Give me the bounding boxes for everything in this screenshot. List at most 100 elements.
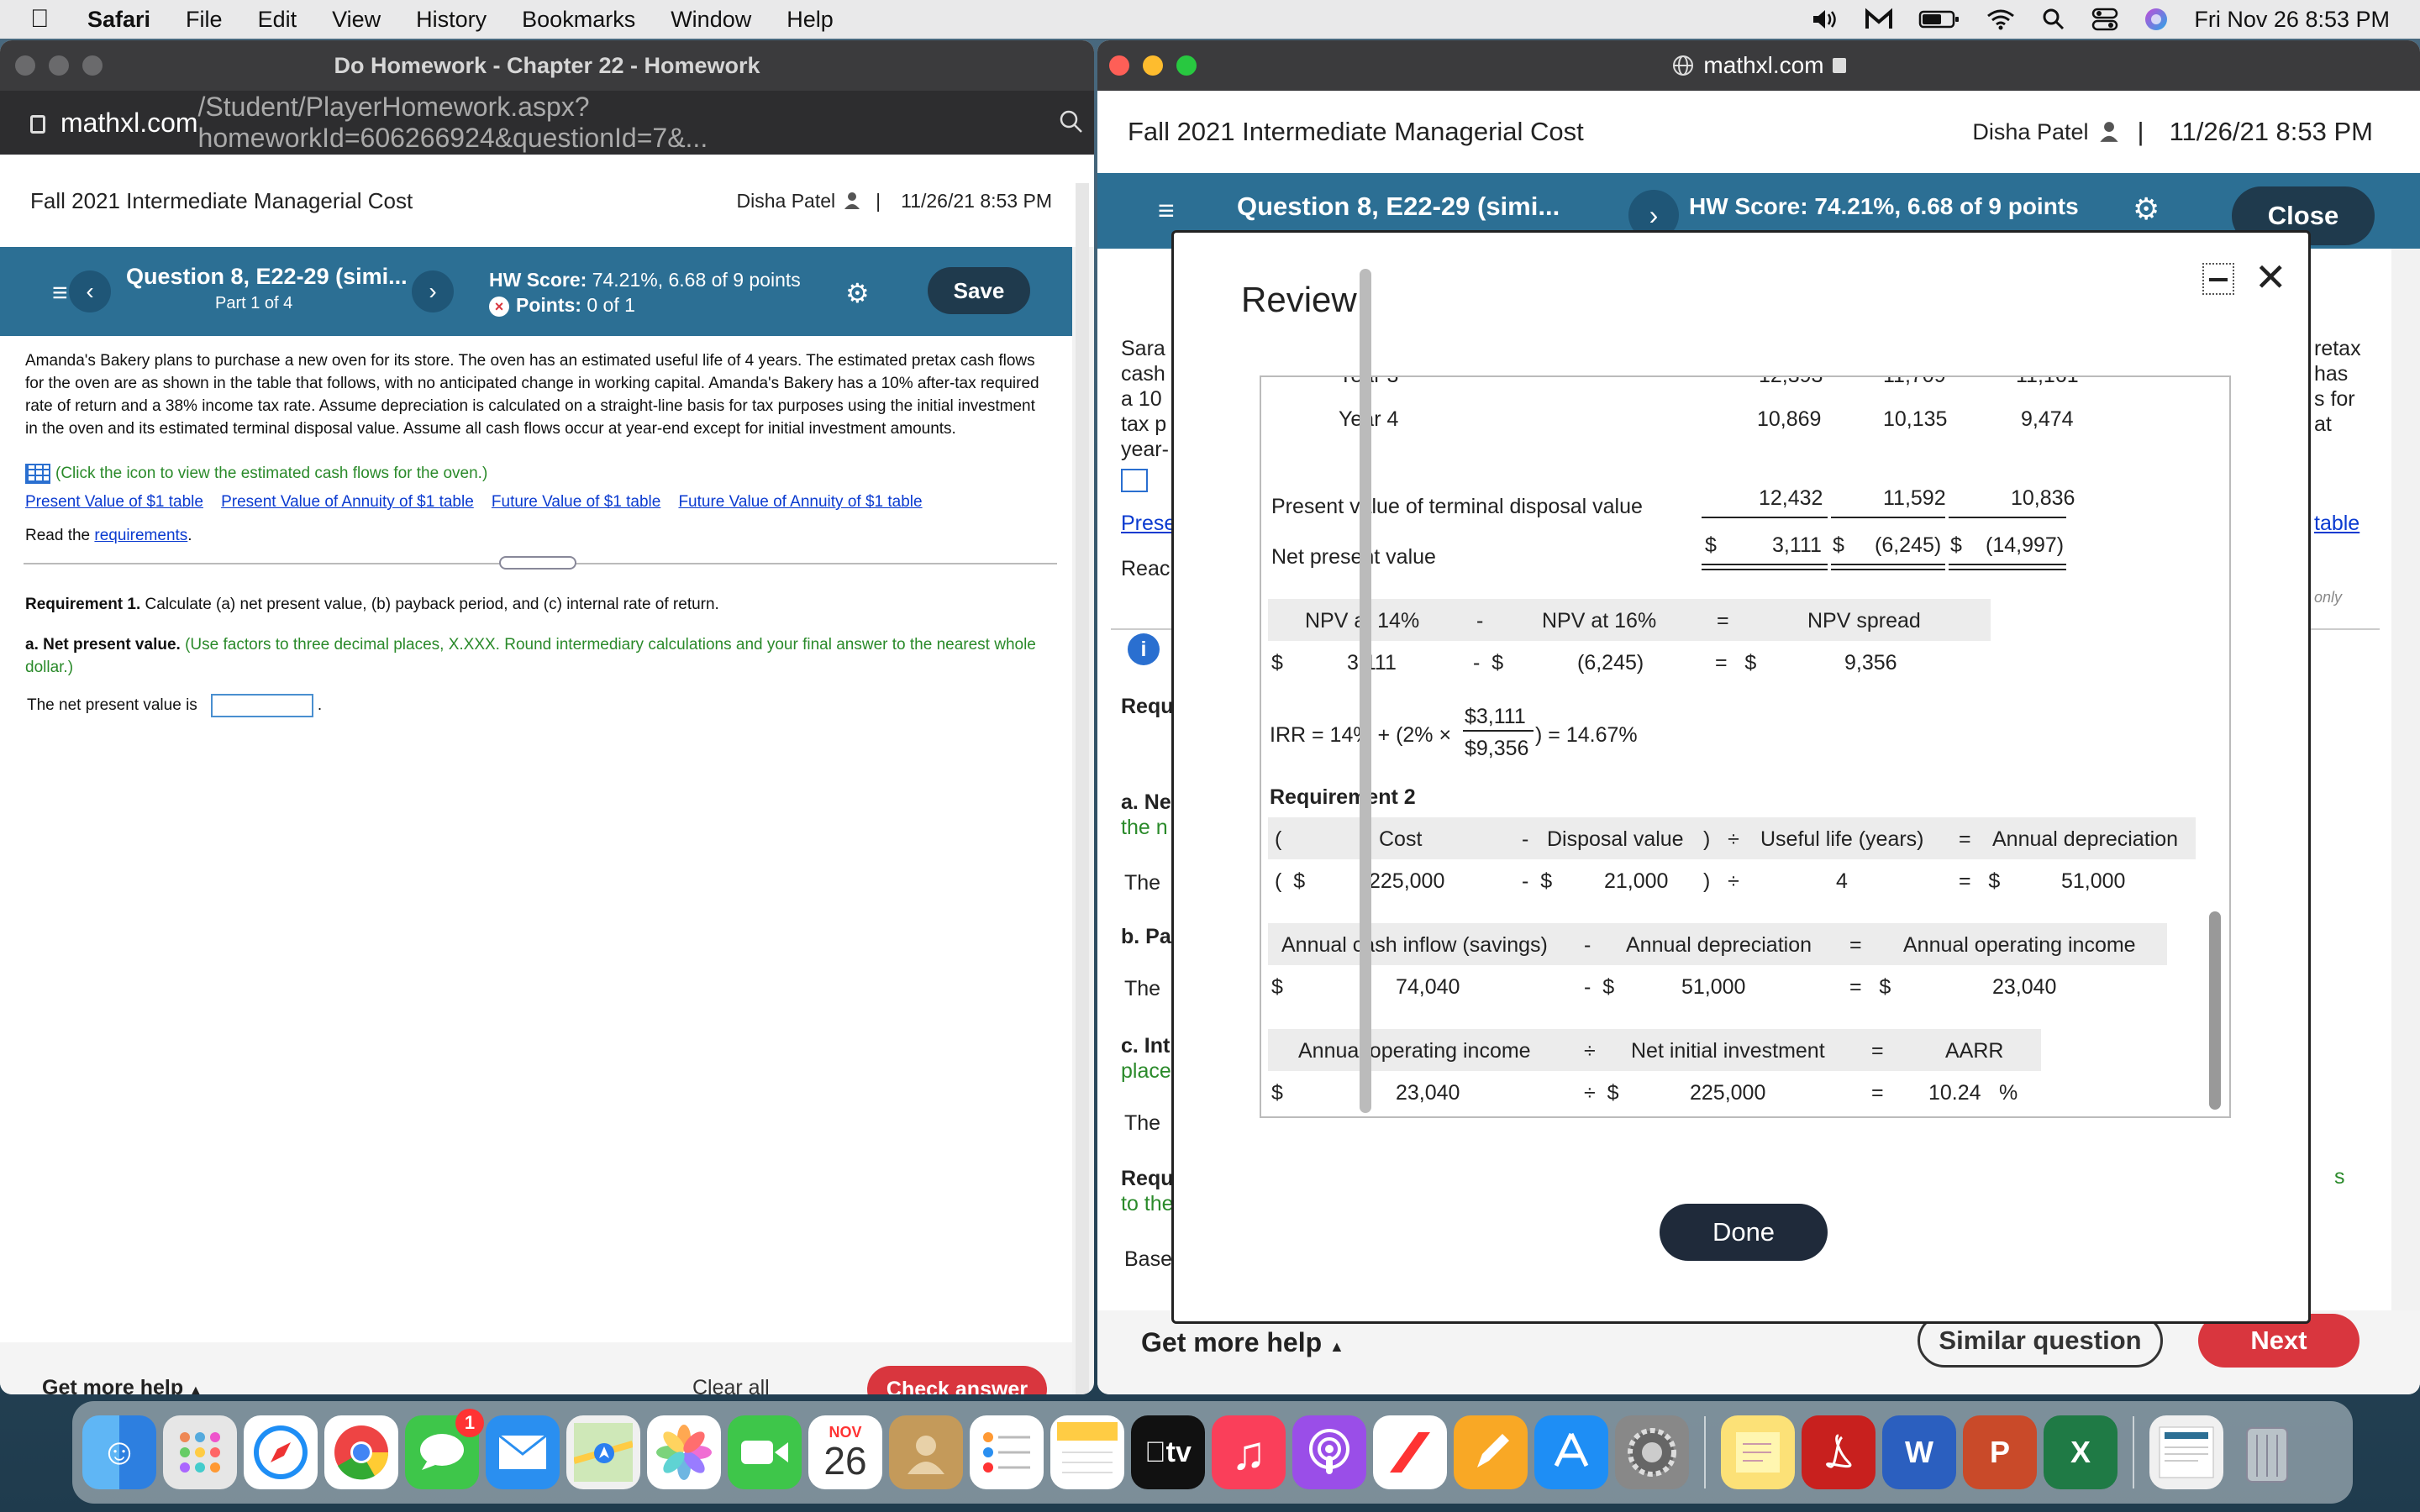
volume-icon[interactable] — [1811, 8, 1839, 31]
menu-help[interactable]: Help — [786, 7, 834, 33]
close-window-button[interactable] — [15, 55, 35, 76]
operator: = $ — [1959, 869, 2001, 893]
siri-icon[interactable] — [2144, 7, 2169, 32]
hamburger-menu-icon[interactable]: ≡ — [52, 277, 68, 308]
previous-question-button[interactable]: ‹ — [69, 270, 111, 312]
fv-table-link[interactable]: Future Value of $1 table — [492, 493, 660, 511]
trash-icon[interactable] — [2230, 1415, 2304, 1489]
gmail-m-icon[interactable] — [1865, 8, 1893, 31]
bg-text: to the — [1121, 1192, 1174, 1215]
review-title: Review — [1241, 280, 1357, 319]
review-content-pane: Year 3 12,393 11,709 11,161 Year 4 10,86… — [1260, 375, 2231, 1118]
recent-document-icon[interactable] — [2149, 1415, 2223, 1489]
system-preferences-icon[interactable] — [1615, 1415, 1689, 1489]
word-icon[interactable]: W — [1882, 1415, 1956, 1489]
menu-bookmarks[interactable]: Bookmarks — [522, 7, 635, 33]
requirements-link[interactable]: requirements — [94, 527, 187, 544]
minimize-window-button[interactable] — [1143, 55, 1163, 76]
right-url[interactable]: mathxl.com — [1703, 52, 1823, 79]
facetime-icon[interactable] — [728, 1415, 802, 1489]
hamburger-menu-icon[interactable]: ≡ — [1158, 195, 1175, 228]
year3-16: 11,709 — [1883, 375, 1946, 387]
messages-icon[interactable]: 1 — [405, 1409, 484, 1489]
acrobat-icon[interactable] — [1802, 1415, 1876, 1489]
dollar-sign: $ — [1833, 533, 1844, 557]
operator: = $ — [1715, 651, 1757, 675]
calendar-icon[interactable]: NOV 26 — [808, 1415, 882, 1489]
menu-app-safari[interactable]: Safari — [87, 7, 150, 33]
powerpoint-icon[interactable]: P — [1963, 1415, 2037, 1489]
menubar-clock[interactable]: Fri Nov 26 8:53 PM — [2194, 7, 2390, 33]
right-window-scrollbar[interactable] — [1360, 269, 1371, 1113]
menu-edit[interactable]: Edit — [258, 7, 297, 33]
bg-link[interactable]: Prese — [1121, 511, 1176, 536]
gear-icon[interactable]: ⚙ — [845, 277, 870, 309]
photos-icon[interactable] — [647, 1415, 721, 1489]
bg-text: year- — [1121, 438, 1169, 461]
launchpad-icon[interactable] — [163, 1415, 237, 1489]
cash-flows-link-text[interactable]: (Click the icon to view the estimated ca… — [55, 465, 487, 482]
pv-annuity-table-link[interactable]: Present Value of Annuity of $1 table — [221, 493, 474, 511]
music-icon[interactable]: ♫ — [1212, 1415, 1286, 1489]
safari-icon[interactable] — [244, 1415, 318, 1489]
podcasts-icon[interactable] — [1292, 1415, 1366, 1489]
reminders-icon[interactable] — [970, 1415, 1044, 1489]
apple-tv-icon[interactable]: tv — [1131, 1415, 1205, 1489]
next-question-button[interactable]: › — [412, 270, 454, 312]
menu-history[interactable]: History — [416, 7, 487, 33]
left-scrollbar[interactable] — [1076, 183, 1089, 1394]
zoom-window-button[interactable] — [1176, 55, 1197, 76]
address-bar[interactable]: mathxl.com/Student/PlayerHomework.aspx?h… — [0, 91, 1094, 155]
menu-file[interactable]: File — [186, 7, 223, 33]
gear-icon[interactable]: ⚙ — [2133, 192, 2160, 227]
clear-all-button[interactable]: Clear all — [692, 1376, 770, 1394]
app-store-icon[interactable] — [1534, 1415, 1608, 1489]
get-more-help-button[interactable]: Get more help ▲ — [42, 1376, 203, 1394]
useful-life-value: 4 — [1836, 869, 1848, 893]
contacts-icon[interactable] — [889, 1415, 963, 1489]
finder-icon[interactable]: ☺ — [82, 1415, 156, 1489]
menu-view[interactable]: View — [332, 7, 381, 33]
pane-scrollbar[interactable] — [2209, 911, 2221, 1110]
get-more-help-label[interactable]: Get more help — [42, 1376, 183, 1394]
mail-icon[interactable] — [486, 1415, 560, 1489]
user-name[interactable]: Disha Patel — [737, 190, 836, 213]
chrome-icon[interactable] — [324, 1415, 398, 1489]
zoom-search-icon[interactable] — [1059, 109, 1084, 134]
close-window-button[interactable] — [1109, 55, 1129, 76]
minimize-dialog-button[interactable] — [2202, 263, 2234, 295]
npv-answer-input[interactable] — [210, 694, 313, 717]
fv-annuity-table-link[interactable]: Future Value of Annuity of $1 table — [678, 493, 922, 511]
notes-icon[interactable] — [1050, 1415, 1124, 1489]
table-grid-icon[interactable] — [1121, 469, 1148, 492]
battery-icon[interactable] — [1918, 8, 1960, 30]
resize-handle[interactable] — [499, 556, 576, 570]
get-more-help-label[interactable]: Get more help — [1141, 1327, 1322, 1357]
bg-link[interactable]: table — [2314, 511, 2360, 536]
pv-table-link[interactable]: Present Value of $1 table — [25, 493, 203, 511]
minimize-window-button[interactable] — [49, 55, 69, 76]
apple-icon[interactable]:  — [30, 7, 55, 32]
done-button[interactable]: Done — [1660, 1204, 1828, 1261]
control-center-icon[interactable] — [2091, 7, 2118, 32]
menu-window[interactable]: Window — [671, 7, 751, 33]
maps-icon[interactable] — [566, 1415, 640, 1489]
cash-flows-link[interactable]: (Click the icon to view the estimated ca… — [25, 462, 1050, 485]
double-underline — [1831, 564, 1945, 565]
save-button[interactable]: Save — [928, 267, 1030, 314]
spotlight-search-icon[interactable] — [2041, 7, 2066, 32]
right-user-name[interactable]: Disha Patel — [1972, 119, 2088, 145]
table-grid-icon[interactable] — [25, 463, 50, 484]
get-more-help-button[interactable]: Get more help ▲ — [1141, 1327, 1344, 1358]
operator: - — [1522, 827, 1529, 851]
zoom-window-button[interactable] — [82, 55, 103, 76]
wifi-icon[interactable] — [1986, 8, 2016, 31]
close-dialog-icon[interactable]: ✕ — [2254, 258, 2287, 297]
news-icon[interactable] — [1373, 1415, 1447, 1489]
check-answer-button[interactable]: Check answer — [867, 1366, 1047, 1394]
pages-icon[interactable] — [1454, 1415, 1528, 1489]
excel-icon[interactable]: X — [2044, 1415, 2118, 1489]
pv-terminal-14: 12,432 — [1759, 486, 1823, 510]
info-icon[interactable]: i — [1128, 633, 1160, 665]
stickies-icon[interactable] — [1721, 1415, 1795, 1489]
